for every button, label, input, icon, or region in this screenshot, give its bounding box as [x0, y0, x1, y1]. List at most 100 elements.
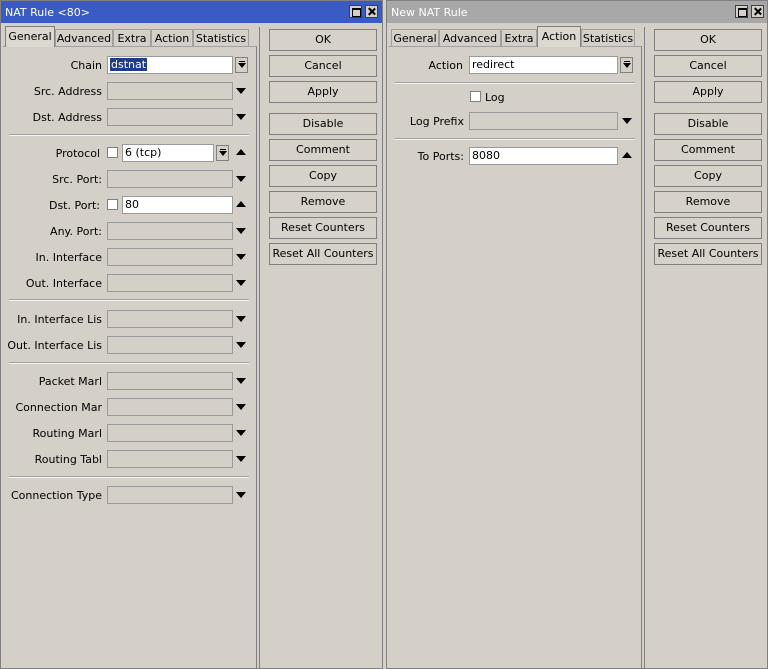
comment-button[interactable]: Comment — [269, 139, 377, 161]
dst-port-negate-checkbox[interactable] — [107, 199, 118, 210]
dst-port-label: Dst. Port: — [48, 199, 100, 212]
close-icon[interactable] — [365, 5, 378, 18]
tab-statistics[interactable]: Statistics — [581, 29, 635, 46]
log-prefix-label: Log Prefix — [409, 115, 464, 128]
tab-general[interactable]: General — [391, 29, 439, 46]
out-interface-list-label: Out. Interface Lis — [7, 339, 102, 352]
tab-extra[interactable]: Extra — [113, 29, 151, 46]
separator — [9, 134, 249, 136]
ok-button[interactable]: OK — [269, 29, 377, 51]
to-ports-collapse-icon[interactable] — [622, 152, 632, 158]
remove-button[interactable]: Remove — [654, 191, 762, 213]
connection-mark-field[interactable] — [107, 398, 233, 416]
tab-statistics[interactable]: Statistics — [193, 29, 249, 46]
window-title: New NAT Rule — [391, 6, 468, 19]
src-port-expand-icon[interactable] — [236, 176, 246, 182]
apply-button[interactable]: Apply — [269, 81, 377, 103]
comment-button[interactable]: Comment — [654, 139, 762, 161]
close-icon[interactable] — [751, 5, 764, 18]
in-interface-list-field[interactable] — [107, 310, 233, 328]
out-interface-list-field[interactable] — [107, 336, 233, 354]
to-ports-label: To Ports: — [417, 150, 464, 163]
title-bar[interactable]: NAT Rule <80> — [1, 1, 382, 23]
protocol-field[interactable]: 6 (tcp) — [122, 144, 214, 162]
routing-mark-label: Routing Marl — [32, 427, 102, 440]
title-bar[interactable]: New NAT Rule — [387, 1, 767, 23]
in-interface-list-label: In. Interface Lis — [17, 313, 102, 326]
routing-mark-field[interactable] — [107, 424, 233, 442]
out-interface-field[interactable] — [107, 274, 233, 292]
action-field[interactable]: redirect — [469, 56, 618, 74]
disable-button[interactable]: Disable — [654, 113, 762, 135]
log-prefix-field[interactable] — [469, 112, 618, 130]
tab-advanced[interactable]: Advanced — [55, 29, 113, 46]
connection-mark-label: Connection Mar — [15, 401, 103, 414]
reset-all-counters-button[interactable]: Reset All Counters — [269, 243, 377, 265]
connection-type-expand-icon[interactable] — [236, 492, 246, 498]
new-nat-rule-window: New NAT Rule General Advanced Extra Acti… — [386, 0, 768, 669]
tab-action[interactable]: Action — [151, 29, 193, 46]
reset-counters-button[interactable]: Reset Counters — [654, 217, 762, 239]
chain-dropdown-icon[interactable] — [235, 57, 248, 73]
tab-action[interactable]: Action — [537, 26, 581, 47]
dst-address-expand-icon[interactable] — [236, 114, 246, 120]
connection-type-field[interactable] — [107, 486, 233, 504]
separator — [395, 138, 635, 140]
window-title: NAT Rule <80> — [5, 6, 90, 19]
packet-mark-expand-icon[interactable] — [236, 378, 246, 384]
copy-button[interactable]: Copy — [654, 165, 762, 187]
protocol-dropdown-icon[interactable] — [216, 145, 229, 161]
cancel-button[interactable]: Cancel — [654, 55, 762, 77]
src-address-field[interactable] — [107, 82, 233, 100]
copy-button[interactable]: Copy — [269, 165, 377, 187]
protocol-collapse-icon[interactable] — [236, 149, 246, 155]
nat-rule-window: NAT Rule <80> General Advanced Extra Act… — [0, 0, 383, 669]
ok-button[interactable]: OK — [654, 29, 762, 51]
any-port-expand-icon[interactable] — [236, 228, 246, 234]
separator — [9, 299, 249, 301]
dst-port-collapse-icon[interactable] — [236, 201, 246, 207]
action-dropdown-icon[interactable] — [620, 57, 633, 73]
chain-field[interactable]: dstnat — [107, 56, 233, 74]
routing-table-field[interactable] — [107, 450, 233, 468]
tab-advanced[interactable]: Advanced — [439, 29, 501, 46]
reset-counters-button[interactable]: Reset Counters — [269, 217, 377, 239]
src-address-expand-icon[interactable] — [236, 88, 246, 94]
reset-all-counters-button[interactable]: Reset All Counters — [654, 243, 762, 265]
log-label: Log — [485, 91, 505, 104]
log-prefix-expand-icon[interactable] — [622, 118, 632, 124]
src-port-label: Src. Port: — [52, 173, 102, 186]
apply-button[interactable]: Apply — [654, 81, 762, 103]
in-interface-list-expand-icon[interactable] — [236, 316, 246, 322]
general-panel — [3, 46, 257, 668]
tab-general[interactable]: General — [5, 26, 55, 47]
dst-port-field[interactable]: 80 — [122, 196, 233, 214]
disable-button[interactable]: Disable — [269, 113, 377, 135]
separator — [9, 476, 249, 478]
separator — [395, 82, 635, 84]
out-interface-expand-icon[interactable] — [236, 280, 246, 286]
any-port-field[interactable] — [107, 222, 233, 240]
protocol-negate-checkbox[interactable] — [107, 147, 118, 158]
packet-mark-field[interactable] — [107, 372, 233, 390]
button-column: OK Cancel Apply Disable Comment Copy Rem… — [644, 27, 765, 668]
packet-mark-label: Packet Marl — [38, 375, 102, 388]
to-ports-field[interactable]: 8080 — [469, 147, 618, 165]
dst-address-field[interactable] — [107, 108, 233, 126]
routing-mark-expand-icon[interactable] — [236, 430, 246, 436]
cancel-button[interactable]: Cancel — [269, 55, 377, 77]
src-port-field[interactable] — [107, 170, 233, 188]
in-interface-field[interactable] — [107, 248, 233, 266]
routing-table-expand-icon[interactable] — [236, 456, 246, 462]
maximize-icon[interactable] — [735, 5, 748, 18]
in-interface-label: In. Interface — [35, 251, 102, 264]
routing-table-label: Routing Tabl — [34, 453, 102, 466]
maximize-icon[interactable] — [349, 5, 362, 18]
log-checkbox[interactable] — [470, 91, 481, 102]
tab-extra[interactable]: Extra — [501, 29, 537, 46]
protocol-label: Protocol — [55, 147, 100, 160]
out-interface-list-expand-icon[interactable] — [236, 342, 246, 348]
in-interface-expand-icon[interactable] — [236, 254, 246, 260]
remove-button[interactable]: Remove — [269, 191, 377, 213]
connection-mark-expand-icon[interactable] — [236, 404, 246, 410]
